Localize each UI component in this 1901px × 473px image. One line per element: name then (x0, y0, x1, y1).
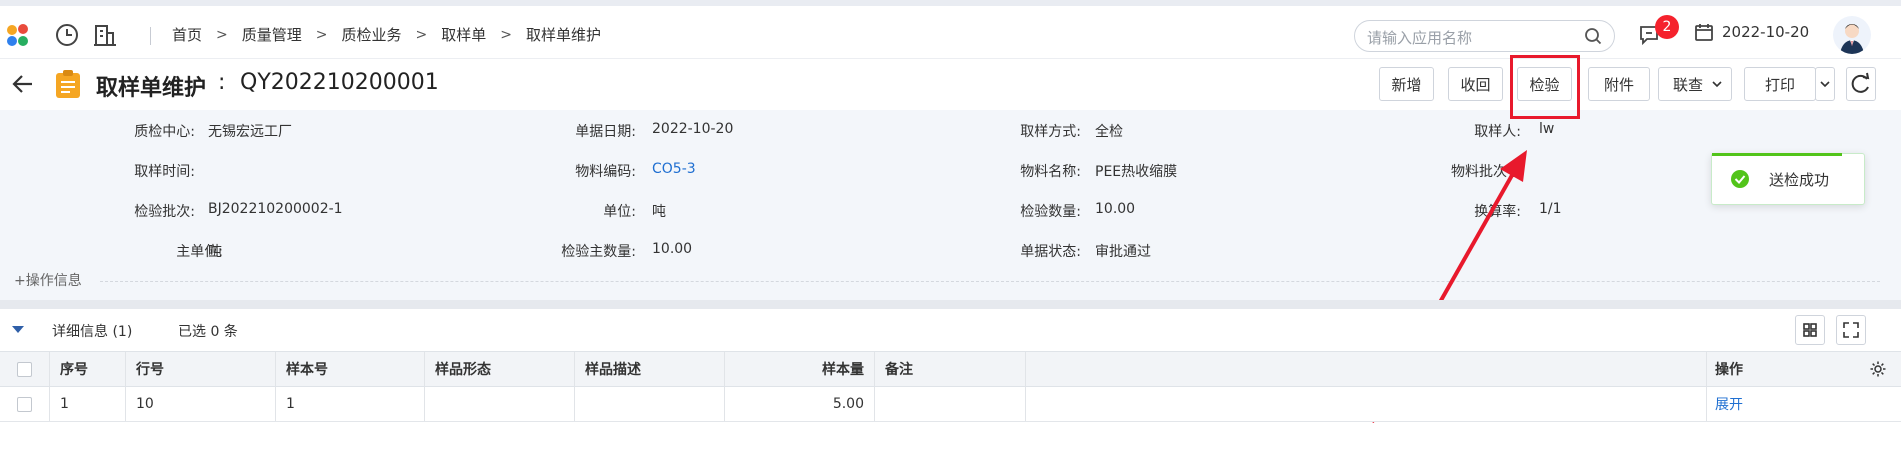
fullscreen-button[interactable] (1836, 315, 1866, 345)
selected-count: 已选 0 条 (178, 324, 238, 340)
cell-seq: 1 (50, 387, 126, 421)
cell-sample-no: 1 (276, 387, 425, 421)
column-header[interactable]: 样本量 (725, 352, 875, 386)
cell-sample-qty: 5.00 (725, 387, 875, 421)
cell-line: 10 (126, 387, 276, 421)
grid-view-button[interactable] (1795, 315, 1825, 345)
column-header[interactable]: 行号 (126, 352, 276, 386)
row-checkbox[interactable] (17, 396, 32, 412)
table-row[interactable]: 1 10 1 5.00 展开 (0, 387, 1901, 422)
section-divider (0, 300, 1901, 309)
table-header: 序号 行号 样本号 样品形态 样品描述 样本量 备注 操作 (0, 351, 1901, 387)
column-header[interactable]: 样品形态 (425, 352, 575, 386)
column-header: 操作 (1707, 352, 1901, 386)
column-header-spacer (1026, 352, 1707, 386)
select-all-checkbox[interactable] (17, 361, 32, 377)
settings-gear-icon[interactable] (1869, 360, 1887, 378)
column-header[interactable]: 样品描述 (575, 352, 725, 386)
grid-icon (1803, 323, 1817, 337)
expand-row-link[interactable]: 展开 (1715, 394, 1743, 414)
cell-remark (875, 387, 1026, 421)
cell-action: 展开 (1707, 387, 1901, 421)
detail-section-header: 详细信息 (1) 已选 0 条 (0, 309, 1901, 351)
cell-sample-form (425, 387, 575, 421)
column-header[interactable]: 序号 (50, 352, 126, 386)
success-toast: 送检成功 (1711, 153, 1865, 205)
select-all-cell (0, 352, 50, 386)
cell-sample-desc (575, 387, 725, 421)
cell-spacer (1026, 387, 1707, 421)
toast-message: 送检成功 (1769, 171, 1830, 189)
toast-progress-bar (1712, 153, 1842, 156)
detail-title[interactable]: 详细信息 (1) (52, 321, 132, 341)
column-header[interactable]: 备注 (875, 352, 1026, 386)
column-header[interactable]: 样本号 (276, 352, 425, 386)
row-select-cell (0, 387, 50, 421)
action-column-label: 操作 (1715, 362, 1743, 378)
collapse-triangle-icon[interactable] (10, 325, 26, 335)
expand-icon (1843, 322, 1859, 338)
check-circle-icon (1731, 170, 1749, 188)
